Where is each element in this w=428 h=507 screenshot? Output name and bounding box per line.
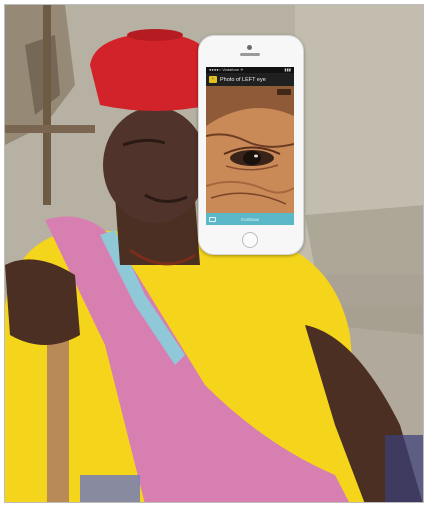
page-title: Photo of LEFT eye [220,76,266,83]
back-arrow-icon[interactable]: ‹ [209,76,217,83]
front-camera-icon [247,45,252,50]
photo-frame: ●●●●○ Vodafone ✈ ▮▮▮ ‹ Photo of LEFT eye [4,4,424,503]
status-carrier: ●●●●○ Vodafone ✈ [209,67,244,72]
continue-bar[interactable]: Continue [206,213,294,225]
phone-screen: ●●●●○ Vodafone ✈ ▮▮▮ ‹ Photo of LEFT eye [206,67,294,225]
nav-bar: ‹ Photo of LEFT eye [206,73,294,86]
smartphone-mockup: ●●●●○ Vodafone ✈ ▮▮▮ ‹ Photo of LEFT eye [198,35,304,255]
speaker-icon [240,53,260,56]
photo-badge [277,89,291,95]
eye-closeup-photo [206,86,294,213]
home-button[interactable] [242,232,258,248]
continue-button[interactable]: Continue [216,217,284,222]
keyboard-icon [209,216,216,222]
battery-icon: ▮▮▮ [284,67,291,72]
